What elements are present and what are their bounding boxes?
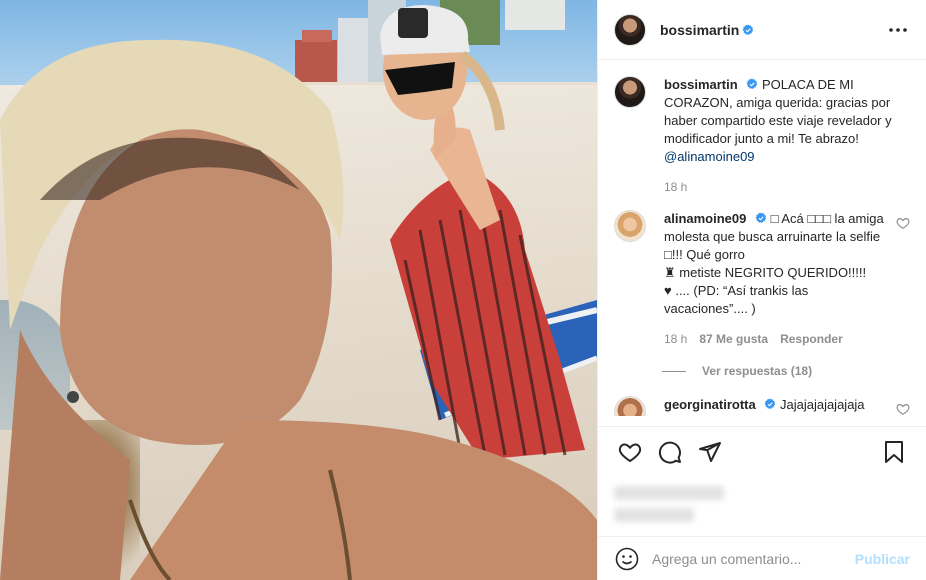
post-photo[interactable]	[0, 0, 597, 580]
post-sidebar: bossimartin bossimartin POLACA DE MI COR…	[597, 0, 926, 580]
emoji-smiley-icon[interactable]	[614, 546, 640, 572]
verified-badge-icon	[755, 212, 767, 223]
comments-list[interactable]: bossimartin POLACA DE MI CORAZON, amiga …	[598, 60, 926, 426]
comment-meta: 18 h 87 Me gusta Responder	[664, 330, 888, 348]
caption-username[interactable]: bossimartin	[664, 77, 738, 92]
caption-body: bossimartin POLACA DE MI CORAZON, amiga …	[664, 76, 910, 196]
comment-time[interactable]: 18 h	[664, 330, 687, 348]
comment-body: alinamoine09 □ Acá □□□ la amiga molesta …	[664, 210, 888, 348]
comment-input[interactable]	[652, 550, 847, 567]
caption-avatar[interactable]	[614, 76, 646, 108]
caption-mention[interactable]: @alinamoine09	[664, 149, 755, 164]
verified-badge-icon	[742, 24, 754, 35]
author-avatar[interactable]	[614, 13, 646, 46]
likes-section-blurred	[598, 476, 926, 536]
instagram-post: bossimartin bossimartin POLACA DE MI COR…	[0, 0, 926, 580]
post-header: bossimartin	[598, 0, 926, 60]
caption-time[interactable]: 18 h	[664, 178, 687, 196]
comment-text-line3: ♥ .... (PD: “Así trankis las vacaciones”…	[664, 283, 809, 316]
commenter-avatar[interactable]	[614, 210, 646, 242]
comment-text: Jajajajajajajaja	[779, 397, 865, 412]
add-comment-bar: Publicar	[598, 536, 926, 580]
comment-item: alinamoine09 □ Acá □□□ la amiga molesta …	[614, 210, 910, 348]
caption-meta: 18 h	[664, 178, 910, 196]
commenter-avatar[interactable]	[614, 396, 646, 416]
reply-button[interactable]: Responder	[780, 330, 843, 348]
comment-item: georginatirotta Jajajajajajajaja	[614, 396, 910, 416]
author-username[interactable]: bossimartin	[660, 22, 739, 38]
comment-bubble-icon[interactable]	[650, 432, 690, 472]
comment-like-heart-icon[interactable]	[896, 402, 910, 416]
share-paper-plane-icon[interactable]	[690, 432, 730, 472]
view-replies-button[interactable]: Ver respuestas (18)	[662, 364, 910, 378]
comment-username[interactable]: alinamoine09	[664, 211, 746, 226]
like-heart-icon[interactable]	[610, 432, 650, 472]
caption: bossimartin POLACA DE MI CORAZON, amiga …	[614, 76, 910, 196]
more-options-icon[interactable]	[886, 18, 910, 42]
comment-username[interactable]: georginatirotta	[664, 397, 756, 412]
blurred-date	[614, 508, 694, 522]
post-actions	[598, 426, 926, 476]
photo-people	[0, 5, 597, 580]
verified-badge-icon	[764, 398, 776, 409]
verified-badge-icon	[746, 78, 758, 89]
comment-text-line2: ♜ metiste NEGRITO QUERIDO!!!!!	[664, 265, 867, 280]
comment-like-heart-icon[interactable]	[896, 216, 910, 230]
view-replies-label: Ver respuestas (18)	[702, 364, 813, 378]
save-bookmark-icon[interactable]	[874, 432, 914, 472]
comment-body: georginatirotta Jajajajajajajaja	[664, 396, 888, 416]
publish-button[interactable]: Publicar	[855, 551, 910, 567]
replies-line	[662, 370, 686, 372]
blurred-likes	[614, 486, 724, 500]
comment-likes[interactable]: 87 Me gusta	[699, 330, 768, 348]
